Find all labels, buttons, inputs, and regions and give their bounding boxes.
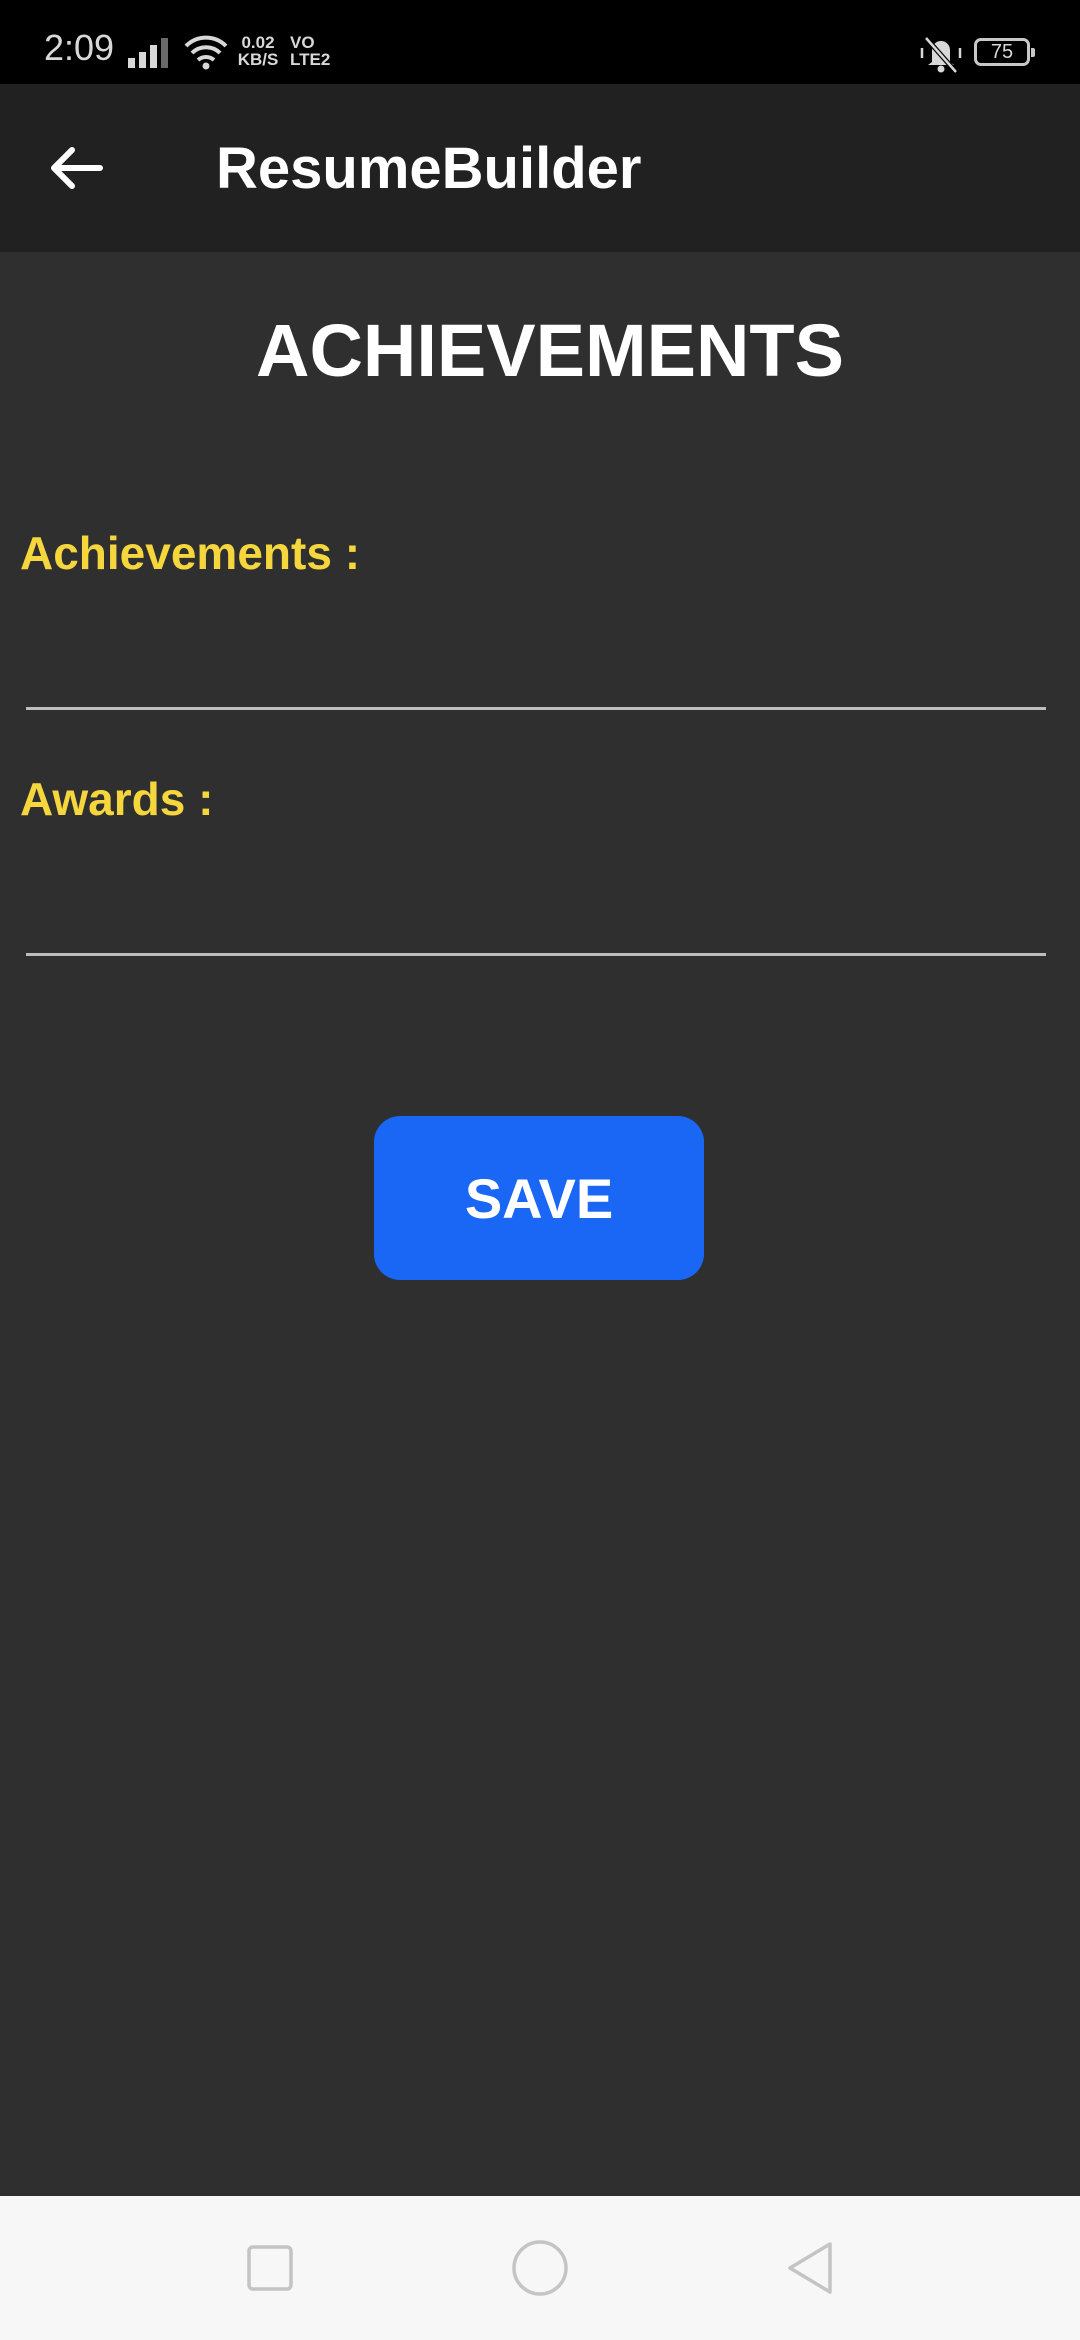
volte-bottom: LTE2: [290, 50, 331, 69]
save-button[interactable]: SAVE: [374, 1116, 704, 1280]
app-title: ResumeBuilder: [216, 136, 642, 201]
achievements-label: Achievements :: [20, 527, 361, 579]
network-speed-value: 0.02: [241, 33, 275, 52]
battery-icon: 75: [974, 38, 1035, 66]
page-title: ACHIEVEMENTS: [256, 309, 844, 392]
status-bar: 2:09 0.02 KB/S VO LTE2 75: [0, 0, 1080, 84]
volte-top: VO: [290, 33, 315, 52]
system-nav-bar: [0, 2196, 1080, 2340]
wifi-icon: [184, 35, 228, 70]
app-bar: ResumeBuilder: [0, 84, 1080, 252]
home-circle-icon[interactable]: [508, 2236, 572, 2300]
awards-input[interactable]: [26, 872, 1046, 956]
volte-indicator: VO LTE2: [290, 34, 336, 68]
back-triangle-icon[interactable]: [778, 2236, 842, 2300]
back-arrow-icon[interactable]: [40, 132, 112, 204]
achievements-input[interactable]: [26, 626, 1046, 710]
network-speed: 0.02 KB/S: [236, 34, 280, 68]
network-speed-unit: KB/S: [237, 50, 279, 69]
signal-icon: [128, 38, 168, 68]
recents-square-icon[interactable]: [238, 2236, 302, 2300]
awards-label: Awards :: [20, 773, 214, 825]
bell-mute-icon: [920, 36, 962, 74]
status-time: 2:09: [44, 27, 115, 68]
